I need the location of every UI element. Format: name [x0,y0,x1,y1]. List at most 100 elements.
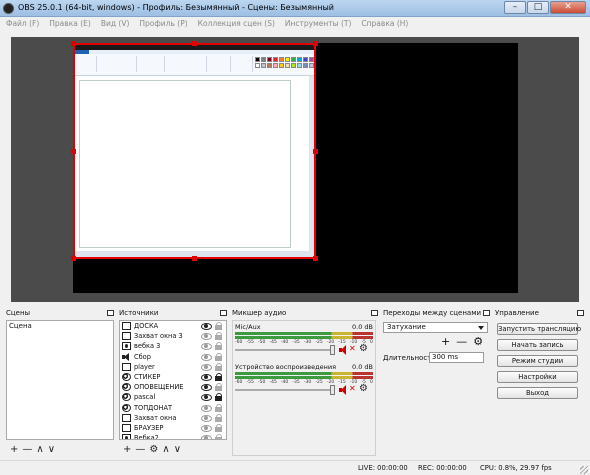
volume-slider-track[interactable] [235,389,335,391]
resize-handle[interactable] [71,41,76,46]
channel-gear-icon[interactable]: ⚙ [359,383,368,394]
visibility-eye-icon[interactable] [201,353,212,361]
add-transition-button[interactable]: + [441,336,450,347]
lock-icon[interactable] [215,403,223,412]
resize-handle[interactable] [313,149,318,154]
minimize-button[interactable]: – [504,1,526,14]
move-scene-down-button[interactable]: ∨ [48,444,55,456]
resize-handle[interactable] [71,256,76,261]
menu-profile[interactable]: Профиль (P) [139,17,187,31]
mixer-dock-title: Микшер аудио [232,309,287,317]
source-item[interactable]: Вебка2 [120,433,226,440]
move-source-up-button[interactable]: ∧ [162,444,169,456]
undock-icon[interactable] [371,310,378,316]
source-label: БРАУЗЕР [134,423,164,432]
add-source-button[interactable]: + [123,444,131,456]
transition-select[interactable]: Затухание [383,322,488,333]
visibility-eye-icon[interactable] [201,322,212,330]
add-scene-button[interactable]: + [10,444,18,456]
source-properties-gear-icon[interactable]: ⚙ [149,444,158,456]
undock-icon[interactable] [220,310,227,316]
visibility-eye-icon[interactable] [201,404,212,412]
sources-toolbar: + — ⚙ ∧ ∨ [119,444,181,456]
lock-icon[interactable] [215,332,223,341]
lock-icon[interactable] [215,352,223,361]
undock-icon[interactable] [107,310,114,316]
menu-edit[interactable]: Правка (E) [49,17,91,31]
resize-handle[interactable] [71,149,76,154]
transition-gear-icon[interactable]: ⚙ [473,336,483,347]
move-scene-up-button[interactable]: ∧ [36,444,43,456]
start-streaming-button[interactable]: Запустить трансляцию [497,323,581,335]
lock-icon[interactable] [215,342,223,351]
sources-list[interactable]: ДОСКА Захват окна 3 вебка 3 Сбор player СТИКЕ… [119,320,227,440]
remove-transition-button[interactable]: — [456,336,467,347]
visibility-eye-icon[interactable] [201,383,212,392]
visibility-eye-icon[interactable] [201,434,212,439]
source-item[interactable]: СТИКЕР [120,372,226,382]
move-source-down-button[interactable]: ∨ [174,444,181,456]
scene-item[interactable]: Сцена [7,321,113,331]
source-item[interactable]: БРАУЗЕР [120,423,226,433]
menu-view[interactable]: Вид (V) [101,17,130,31]
duration-input[interactable]: 300 ms [429,352,484,363]
volume-slider-thumb[interactable] [330,385,335,395]
source-item[interactable]: player [120,362,226,372]
visibility-eye-icon[interactable] [201,424,212,432]
lock-icon[interactable] [215,362,223,371]
lock-icon[interactable] [215,322,223,330]
source-label: Вебка2 [134,434,159,440]
menu-tools[interactable]: Инструменты (T) [285,17,352,31]
remove-source-button[interactable]: — [135,444,145,456]
resize-grip-icon[interactable] [580,466,588,474]
visibility-eye-icon[interactable] [201,363,212,371]
source-item[interactable]: ДОСКА [120,321,226,331]
preview-area[interactable] [11,37,579,302]
source-item[interactable]: Захват окна [120,413,226,423]
lock-icon[interactable] [215,383,223,392]
transitions-dock-title: Переходы между сценами [383,309,482,317]
lock-icon[interactable] [215,434,223,439]
undock-icon[interactable] [577,310,584,316]
menu-help[interactable]: Справка (H) [361,17,408,31]
lock-icon[interactable] [215,413,223,422]
menu-scene-collection[interactable]: Коллекция сцен (S) [198,17,275,31]
visibility-eye-icon[interactable] [201,332,212,341]
maximize-button[interactable]: □ [527,1,549,14]
preview-canvas[interactable] [71,41,518,293]
remove-scene-button[interactable]: — [22,444,32,456]
start-recording-button[interactable]: Начать запись [497,339,578,351]
visibility-eye-icon[interactable] [201,373,212,381]
transition-select-value: Затухание [387,323,426,331]
source-item[interactable]: вебка 3 [120,341,226,351]
volume-slider-thumb[interactable] [330,345,335,355]
close-button[interactable]: ✕ [550,1,586,14]
settings-button[interactable]: Настройки [497,371,578,383]
exit-button[interactable]: Выход [497,387,578,399]
cpu-fps: CPU: 0.8%, 29.97 fps [480,464,552,472]
visibility-eye-icon[interactable] [201,342,212,351]
visibility-eye-icon[interactable] [201,414,212,422]
source-item[interactable]: Захват окна 3 [120,331,226,341]
undock-icon[interactable] [483,310,490,316]
selected-source-window-capture[interactable] [73,43,316,259]
resize-handle[interactable] [192,256,197,261]
lock-icon[interactable] [215,393,223,402]
resize-handle[interactable] [313,256,318,261]
mixer-channels: Mic/Aux 0.0 dB -60 -55 -50 -45 -40 -35 -30 -25-… [232,320,376,456]
resize-handle[interactable] [192,41,197,46]
volume-slider-track[interactable] [235,349,335,351]
source-item[interactable]: pascal [120,392,226,402]
channel-gear-icon[interactable]: ⚙ [359,343,368,354]
lock-icon[interactable] [215,372,223,381]
visibility-eye-icon[interactable] [201,393,212,402]
lock-icon[interactable] [215,423,223,432]
scenes-list[interactable]: Сцена [6,320,114,440]
source-item[interactable]: Сбор [120,352,226,362]
studio-mode-button[interactable]: Режим студии [497,355,578,367]
captured-drawing-canvas [79,80,291,248]
menu-file[interactable]: Файл (F) [6,17,39,31]
source-item[interactable]: ТОПДОНАТ [120,403,226,413]
source-item[interactable]: ОПОВЕЩЕНИЕ [120,382,226,392]
resize-handle[interactable] [313,41,318,46]
